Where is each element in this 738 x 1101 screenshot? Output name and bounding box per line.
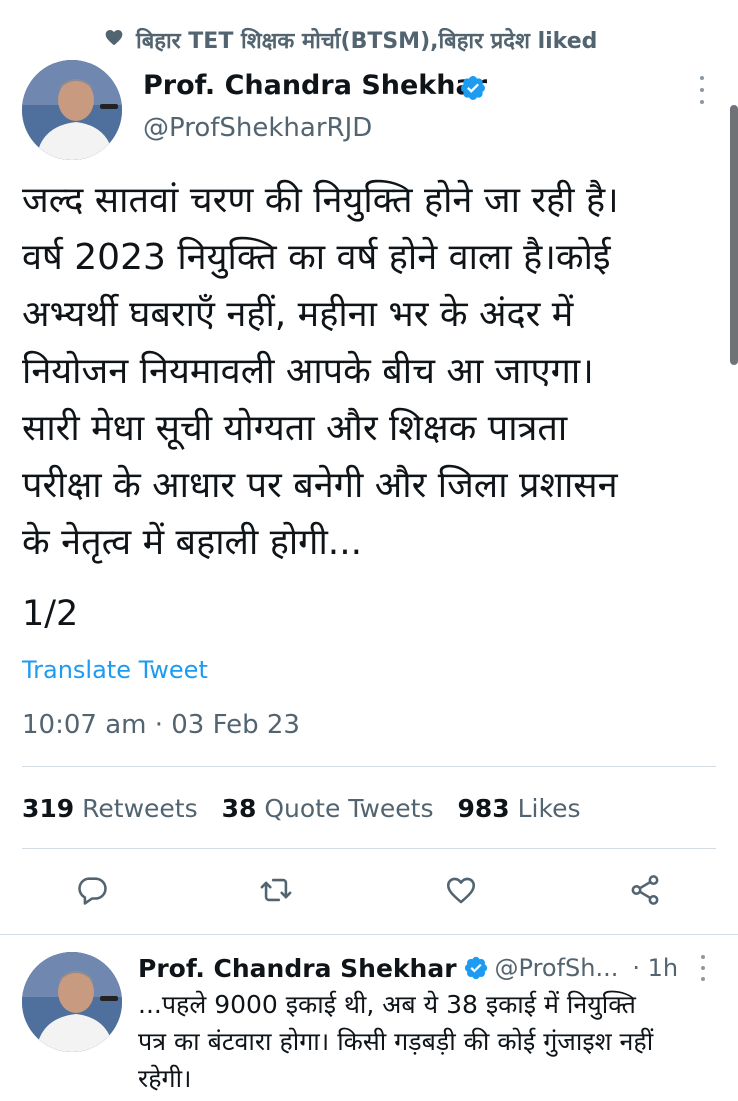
tweet-text-line: वर्ष 2023 नियुक्ति का वर्ष होने वाला है।… xyxy=(22,237,611,278)
tweet-timestamp[interactable]: 10:07 am · 03 Feb 23 xyxy=(22,710,300,740)
tweet-text-line: नियोजन नियमावली आपके बीच आ जाएगा। xyxy=(22,351,594,392)
heart-icon xyxy=(104,27,124,53)
reply-button[interactable] xyxy=(74,872,110,908)
author-handle[interactable]: @ProfShekharRJD xyxy=(143,113,372,143)
reply-more-options-button[interactable] xyxy=(698,955,708,981)
tweet-text-line: जल्द सातवां चरण की नियुक्ति होने जा रही … xyxy=(22,180,619,221)
share-button[interactable] xyxy=(627,872,663,908)
thread-count: 1/2 xyxy=(22,594,79,634)
retweets-label: Retweets xyxy=(82,793,198,823)
reply-author-name[interactable]: Prof. Chandra Shekhar xyxy=(138,954,457,983)
more-dot xyxy=(700,76,704,80)
divider xyxy=(22,766,716,767)
tweet-text-line: अभ्यर्थी घबराएँ नहीं, महीना भर के अंदर म… xyxy=(22,294,574,335)
reply-text: ...पहले 9000 इकाई थी, अब ये 38 इकाई में … xyxy=(138,986,718,1097)
retweets-stat[interactable]: 319 Retweets xyxy=(22,794,198,823)
author-name[interactable]: Prof. Chandra Shekhar xyxy=(143,70,487,101)
reply-time[interactable]: · 1h xyxy=(632,954,678,982)
divider xyxy=(22,848,716,849)
tweet-text-line: के नेतृत्व में बहाली होगी... xyxy=(22,522,363,563)
more-options-button[interactable] xyxy=(694,74,710,106)
more-dot xyxy=(701,966,705,970)
quotes-count: 38 xyxy=(221,793,257,823)
author-avatar[interactable] xyxy=(22,60,122,160)
reply-text-line: रहेगी। xyxy=(138,1064,192,1093)
social-context-text: बिहार TET शिक्षक मोर्चा(BTSM),बिहार प्रद… xyxy=(136,29,598,54)
reply-author-avatar[interactable] xyxy=(22,952,122,1052)
more-dot xyxy=(700,88,704,92)
retweet-icon xyxy=(260,878,292,902)
translate-tweet-link[interactable]: Translate Tweet xyxy=(22,656,208,684)
reply-text-line: ...पहले 9000 इकाई थी, अब ये 38 इकाई में … xyxy=(138,990,636,1019)
likes-stat[interactable]: 983 Likes xyxy=(457,794,580,823)
tweet-text-line: परीक्षा के आधार पर बनेगी और जिला प्रशासन xyxy=(22,465,618,506)
quotes-label: Quote Tweets xyxy=(264,793,434,823)
quotes-stat[interactable]: 38 Quote Tweets xyxy=(222,794,434,823)
verified-badge-icon xyxy=(461,76,485,100)
tweet-text: जल्द सातवां चरण की नियुक्ति होने जा रही … xyxy=(22,172,712,571)
more-dot xyxy=(700,100,704,104)
reply-author-handle[interactable]: @ProfSh... xyxy=(495,954,619,982)
likes-label: Likes xyxy=(517,793,581,823)
reply-icon xyxy=(78,877,107,905)
like-icon xyxy=(446,877,476,904)
like-button[interactable] xyxy=(443,872,479,908)
reply-header[interactable]: Prof. Chandra Shekhar @ProfSh... · 1h xyxy=(138,950,678,986)
tweet-stats: 319 Retweets 38 Quote Tweets 983 Likes xyxy=(22,790,605,826)
scrollbar[interactable] xyxy=(730,105,738,365)
more-dot xyxy=(701,955,705,959)
likes-count: 983 xyxy=(457,793,510,823)
more-dot xyxy=(701,977,705,981)
share-icon xyxy=(631,875,659,905)
tweet-text-line: सारी मेधा सूची योग्यता और शिक्षक पात्रता xyxy=(22,408,568,449)
divider xyxy=(0,934,738,935)
social-context[interactable]: बिहार TET शिक्षक मोर्चा(BTSM),बिहार प्रद… xyxy=(104,24,597,56)
reply-text-line: पत्र का बंटवारा होगा। किसी गड़बड़ी की को… xyxy=(138,1027,654,1056)
retweets-count: 319 xyxy=(22,793,75,823)
verified-badge-icon xyxy=(464,956,487,980)
retweet-button[interactable] xyxy=(258,872,294,908)
